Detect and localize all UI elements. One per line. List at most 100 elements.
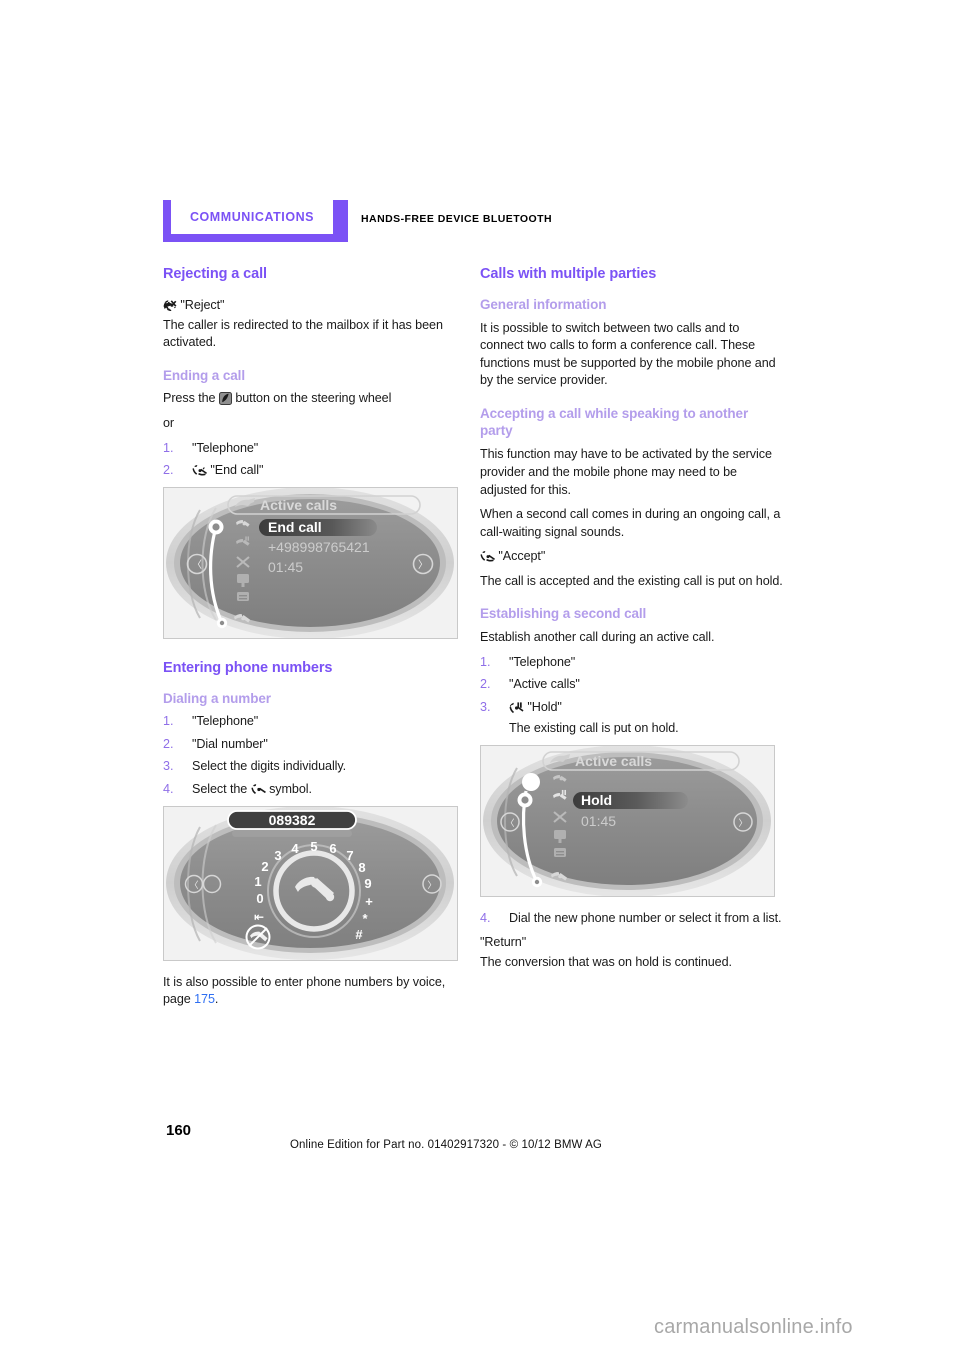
left-column: Rejecting a call "Reject" The caller is … <box>163 266 466 1016</box>
ending-press-post: button on the steering wheel <box>235 391 392 406</box>
svg-text:〉: 〉 <box>738 818 747 829</box>
accepting-body-2: When a second call comes in during an on… <box>480 507 781 539</box>
site-watermark: carmanualsonline.info <box>654 1316 853 1338</box>
step-text: Select the digits individually. <box>192 759 347 774</box>
page-reference[interactable]: 175 <box>194 992 215 1006</box>
step-text: "End call" <box>210 463 264 478</box>
return-description: The conversion that was on hold is conti… <box>480 955 732 970</box>
figure-selected-label: Hold <box>581 792 612 808</box>
accepting-body-3: The call is accepted and the existing ca… <box>480 573 783 588</box>
accepting-body-1: This function may have to be activated b… <box>480 447 772 497</box>
step-item: "Telephone" <box>163 713 466 731</box>
figure-active-calls-hold: 〈 〉 Active calls Hold 01:45 <box>480 744 775 897</box>
chapter-tab: COMMUNICATIONS <box>163 200 348 242</box>
svg-text:6: 6 <box>329 841 336 856</box>
step-item: Select the symbol. <box>163 781 466 799</box>
ending-a-call-steps: "Telephone" "End call" <box>163 440 466 480</box>
establishing-second-call-steps-cont: Dial the new phone number or select it f… <box>480 910 783 928</box>
svg-text:〈: 〈 <box>192 559 202 571</box>
figure-entered-number: 089382 <box>269 812 316 828</box>
svg-text:〈: 〈 <box>505 818 514 829</box>
accept-command-text: "Accept" <box>498 549 546 564</box>
section-title: HANDS-FREE DEVICE BLUETOOTH <box>361 213 553 225</box>
right-column: Calls with multiple parties General info… <box>480 266 783 979</box>
heading-rejecting-a-call: Rejecting a call <box>163 266 267 282</box>
svg-text:〉: 〉 <box>427 880 436 891</box>
step-item: "Hold" The existing call is put on hold. <box>480 699 783 738</box>
phone-hold-icon <box>509 702 524 714</box>
heading-general-information: General information <box>480 296 607 312</box>
reject-description: The caller is redirected to the mailbox … <box>163 317 443 350</box>
mini-display-active-calls-end-call-graphic: 〈 〉 Active calls End call +498998765421 … <box>164 487 457 638</box>
svg-text:9: 9 <box>364 876 371 891</box>
online-edition-note: Online Edition for Part no. 01402917320 … <box>290 1139 602 1151</box>
step-text: "Dial number" <box>192 736 268 751</box>
step-text-post: symbol. <box>269 782 312 797</box>
accept-command-line: "Accept" <box>480 548 783 566</box>
figure-active-calls-end-call: 〈 〉 Active calls End call +498998765421 … <box>163 486 458 639</box>
heading-ending-a-call: Ending a call <box>163 367 245 383</box>
establishing-body: Establish another call during an active … <box>480 630 715 645</box>
mini-display-dial-number-graphic: 〈 〉 089382 0 1 2 3 4 5 6 7 8 9 + * # ⇤ <box>164 806 457 960</box>
heading-establishing-second-call: Establishing a second call <box>480 606 647 622</box>
ending-press-pre: Press the <box>163 391 216 406</box>
svg-text:7: 7 <box>346 848 353 863</box>
heading-entering-phone-numbers: Entering phone numbers <box>163 659 333 676</box>
ending-or: or <box>163 415 175 430</box>
svg-text:⇤: ⇤ <box>254 910 264 924</box>
voice-entry-note: It is also possible to enter phone numbe… <box>163 974 466 1009</box>
svg-text:2: 2 <box>261 859 268 874</box>
figure-dial-number: 〈 〉 089382 0 1 2 3 4 5 6 7 8 9 + * # ⇤ <box>163 805 458 961</box>
reject-command-text: "Reject" <box>180 297 225 312</box>
step-text-pre: Select the <box>192 782 248 797</box>
figure-phone-number: +498998765421 <box>268 539 370 555</box>
phone-end-call-icon <box>192 465 207 477</box>
phone-reject-icon <box>163 300 177 312</box>
mini-display-active-calls-hold-graphic: 〈 〉 Active calls Hold 01:45 <box>481 745 774 896</box>
svg-text:+: + <box>365 894 373 909</box>
return-command: "Return" <box>480 935 527 950</box>
figure-duration: 01:45 <box>268 559 303 575</box>
voice-entry-post: . <box>214 992 219 1007</box>
step-text: "Telephone" <box>192 440 259 455</box>
steering-wheel-phone-button-icon <box>218 392 232 406</box>
ending-press-line: Press the button on the steering wheel <box>163 390 466 408</box>
step-text: "Hold" <box>527 699 562 714</box>
manual-page: COMMUNICATIONS HANDS-FREE DEVICE BLUETOO… <box>0 0 960 1358</box>
svg-text:0: 0 <box>256 891 263 906</box>
svg-text:1: 1 <box>254 874 261 889</box>
dialing-a-number-steps: "Telephone" "Dial number" Select the dig… <box>163 713 466 798</box>
running-header: COMMUNICATIONS HANDS-FREE DEVICE BLUETOO… <box>163 200 783 246</box>
svg-text:〈: 〈 <box>189 880 198 891</box>
svg-text:4: 4 <box>291 841 299 856</box>
establishing-second-call-steps: "Telephone" "Active calls" "Hold" The ex… <box>480 654 783 738</box>
figure-title-text: Active calls <box>260 497 337 513</box>
svg-text:3: 3 <box>274 848 281 863</box>
svg-text:#: # <box>355 927 363 942</box>
step-item: "Dial number" <box>163 736 466 754</box>
reject-command-line: "Reject" <box>163 297 466 315</box>
chapter-title: COMMUNICATIONS <box>189 210 315 224</box>
phone-accept-icon <box>480 551 495 563</box>
step-note: The existing call is put on hold. <box>509 721 679 736</box>
svg-text:〉: 〉 <box>418 559 428 571</box>
step-item: Select the digits individually. <box>163 758 466 776</box>
figure-duration: 01:45 <box>581 813 616 829</box>
figure-title-text: Active calls <box>575 753 652 769</box>
svg-text:5: 5 <box>310 839 317 854</box>
heading-calls-with-multiple-parties: Calls with multiple parties <box>480 266 657 282</box>
step-text: "Telephone" <box>509 654 576 669</box>
step-item: "End call" <box>163 462 466 480</box>
phone-dial-icon <box>251 784 266 796</box>
heading-dialing-a-number: Dialing a number <box>163 690 271 706</box>
figure-selected-label: End call <box>268 519 322 535</box>
heading-accepting-a-call: Accepting a call while speaking to anoth… <box>480 405 749 438</box>
step-text: Dial the new phone number or select it f… <box>509 910 782 925</box>
general-information-body: It is possible to switch between two cal… <box>480 320 776 388</box>
step-item: "Telephone" <box>163 440 466 458</box>
page-number: 160 <box>166 1122 192 1139</box>
step-text: "Active calls" <box>509 677 580 692</box>
step-item: Dial the new phone number or select it f… <box>480 910 783 928</box>
chapter-tab-inner: COMMUNICATIONS <box>171 200 333 234</box>
step-item: "Active calls" <box>480 676 783 694</box>
